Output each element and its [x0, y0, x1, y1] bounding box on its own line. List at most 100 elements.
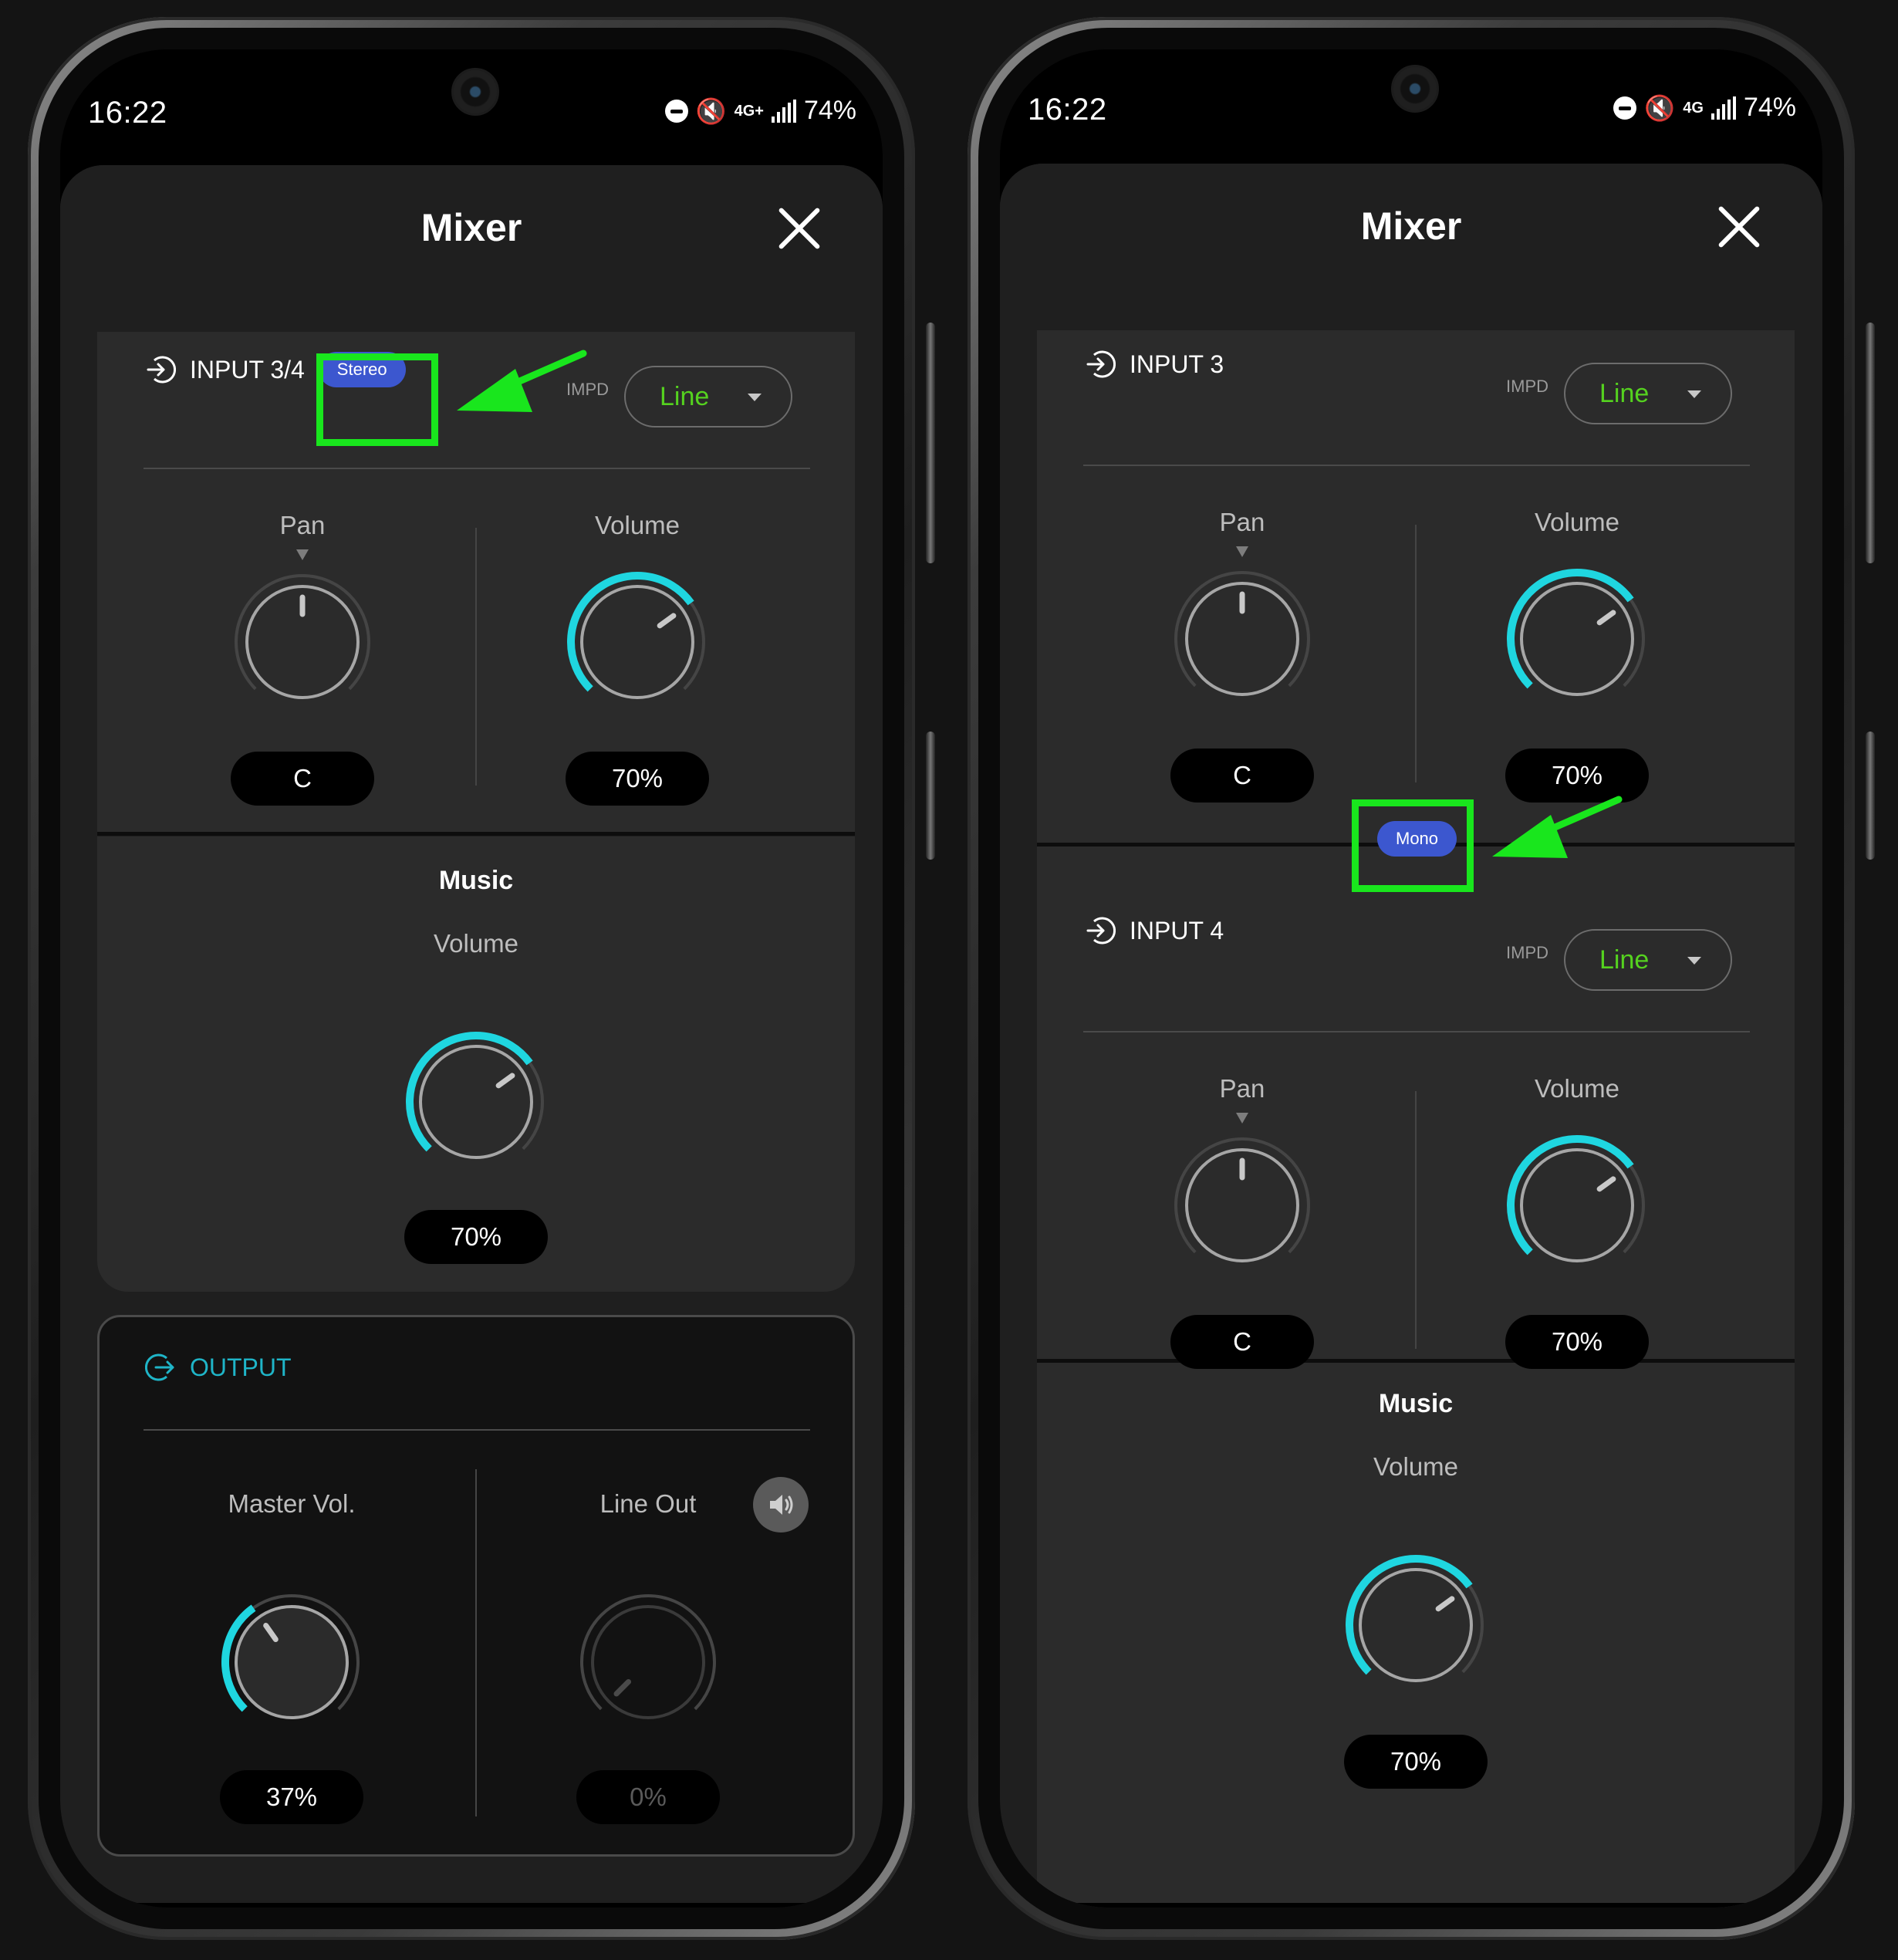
master-vol-value[interactable]: 37%	[220, 1770, 363, 1824]
network-type: 4G	[1683, 99, 1704, 117]
music-title: Music	[438, 866, 514, 895]
volume-knob[interactable]	[1500, 562, 1654, 716]
output-arrow-icon	[145, 1353, 174, 1381]
pan-knob[interactable]	[225, 565, 380, 719]
input3-header: INPUT 3	[1085, 349, 1224, 380]
chevron-down-icon	[1687, 390, 1701, 398]
column-divider	[475, 528, 477, 786]
bottom-strip	[60, 1903, 883, 1908]
master-vol-label: Master Vol.	[228, 1489, 356, 1518]
phone-frame-left: 16:22 🔇 4G+ 74% Mixer INPUT 3/4 Stereo I…	[28, 17, 915, 1940]
impd-label: IMPD	[566, 380, 609, 399]
impd-select[interactable]: Line	[1564, 363, 1732, 424]
section-divider	[97, 832, 855, 836]
side-button	[926, 732, 935, 860]
pan-center-marker	[1236, 546, 1248, 557]
output-column-divider	[475, 1469, 477, 1816]
volume-value[interactable]: 70%	[566, 752, 709, 806]
status-icons: 🔇 4G 74%	[1613, 93, 1796, 123]
master-vol-knob[interactable]	[214, 1585, 369, 1739]
volume-knob[interactable]	[1500, 1128, 1654, 1282]
input4-header: INPUT 4	[1085, 915, 1224, 946]
pan-label: Pan	[1219, 1074, 1265, 1103]
header-divider	[144, 468, 810, 469]
pan-value[interactable]: C	[231, 752, 374, 806]
pan-value[interactable]: C	[1170, 749, 1314, 803]
screen-right: 16:22 🔇 4G 74% Mixer INPUT 3 IMPD Line P…	[1000, 49, 1822, 1908]
volume-knob[interactable]	[560, 565, 714, 719]
input-arrow-icon	[1086, 917, 1116, 945]
line-out-label: Line Out	[599, 1489, 697, 1518]
input-arrow-icon	[1086, 350, 1116, 378]
pan-label: Pan	[1219, 508, 1265, 536]
impd-select[interactable]: Line	[1564, 929, 1732, 991]
pan-value[interactable]: C	[1170, 1315, 1314, 1369]
music-volume-label: Volume	[1373, 1452, 1459, 1481]
chevron-down-icon	[1687, 957, 1701, 965]
impd-value: Line	[1599, 945, 1650, 975]
volume-value[interactable]: 70%	[1505, 1315, 1649, 1369]
status-time: 16:22	[88, 96, 167, 130]
front-camera	[1391, 65, 1439, 113]
music-volume-knob[interactable]	[399, 1025, 553, 1179]
network-type: 4G+	[734, 102, 764, 120]
mixer-sheet: Mixer INPUT 3/4 Stereo IMPD Line Pan C V…	[60, 165, 883, 1908]
music-volume-value[interactable]: 70%	[404, 1210, 548, 1264]
line-out-value[interactable]: 0%	[576, 1770, 720, 1824]
highlight-box	[1352, 799, 1474, 892]
mixer-sheet: Mixer INPUT 3 IMPD Line Pan C Volume 70%…	[1000, 164, 1822, 1908]
column-divider	[1415, 1091, 1417, 1349]
dnd-icon	[1613, 96, 1637, 120]
music-title: Music	[1378, 1389, 1454, 1418]
impd-label: IMPD	[1506, 377, 1548, 396]
knob-body	[419, 1045, 533, 1159]
battery-level: 74%	[803, 96, 856, 125]
status-icons: 🔇 4G+ 74%	[664, 96, 856, 126]
bottom-strip	[1000, 1903, 1822, 1908]
output-name: OUTPUT	[190, 1353, 292, 1381]
volume-label: Volume	[1534, 1074, 1620, 1103]
pan-label: Pan	[279, 511, 326, 539]
knob-body	[1520, 1148, 1634, 1262]
header-divider	[1083, 465, 1750, 466]
impd-value: Line	[660, 381, 710, 411]
header-divider	[1083, 1031, 1750, 1032]
knob-body	[1520, 582, 1634, 696]
pan-knob[interactable]	[1165, 1128, 1319, 1282]
status-time: 16:22	[1028, 93, 1107, 127]
knob-body	[1359, 1568, 1473, 1682]
input-name: INPUT 3/4	[190, 355, 305, 384]
close-icon[interactable]	[776, 205, 822, 252]
sheet-header: Mixer	[60, 165, 883, 295]
impd-value: Line	[1599, 378, 1650, 408]
annotation-arrow	[1492, 796, 1623, 858]
close-icon[interactable]	[1716, 204, 1762, 250]
mute-icon: 🔇	[1644, 93, 1676, 122]
pan-knob[interactable]	[1165, 562, 1319, 716]
music-volume-value[interactable]: 70%	[1344, 1735, 1488, 1789]
page-title: Mixer	[420, 206, 522, 249]
battery-level: 74%	[1743, 93, 1796, 122]
signal-icon	[771, 99, 796, 123]
phone-frame-right: 16:22 🔇 4G 74% Mixer INPUT 3 IMPD Line P…	[968, 17, 1855, 1940]
pan-center-marker	[1236, 1113, 1248, 1124]
knob-body	[591, 1605, 705, 1719]
side-button	[1866, 323, 1875, 563]
impd-select[interactable]: Line	[624, 366, 792, 427]
line-out-knob[interactable]	[571, 1585, 725, 1739]
input4-name: INPUT 4	[1130, 916, 1224, 945]
input-arrow-icon	[147, 356, 176, 384]
page-title: Mixer	[1360, 204, 1462, 248]
output-divider	[144, 1429, 810, 1431]
speaker-button[interactable]	[753, 1477, 809, 1533]
front-camera	[451, 68, 499, 116]
music-volume-knob[interactable]	[1339, 1548, 1493, 1702]
volume-label: Volume	[1534, 508, 1620, 536]
sheet-header: Mixer	[1000, 164, 1822, 293]
output-header: OUTPUT	[145, 1352, 292, 1383]
side-button	[926, 323, 935, 563]
column-divider	[1415, 525, 1417, 782]
chevron-down-icon	[748, 394, 762, 401]
speaker-icon	[770, 1495, 793, 1515]
side-button	[1866, 732, 1875, 860]
